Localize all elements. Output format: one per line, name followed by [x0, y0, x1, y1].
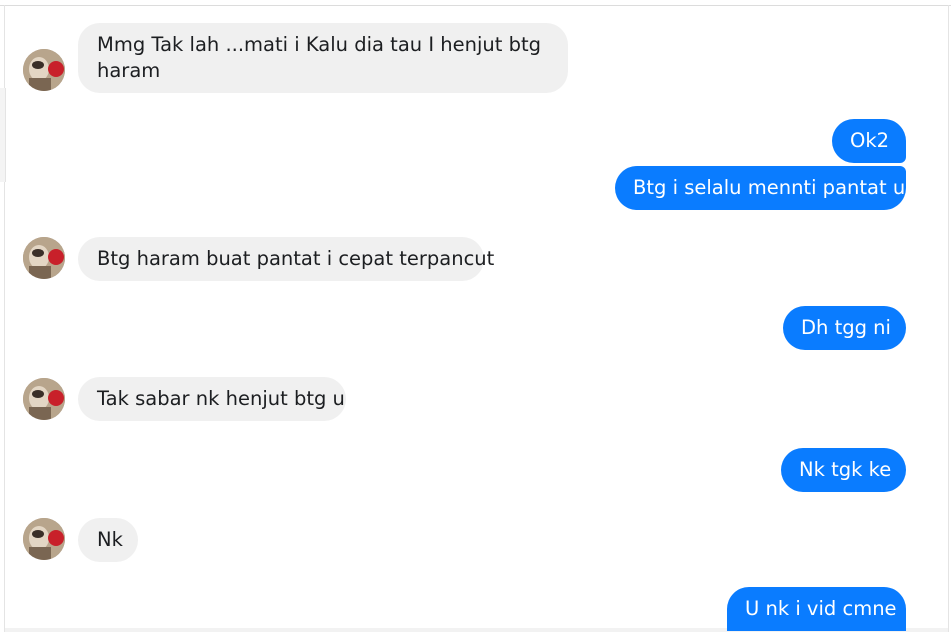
message-text-line: haram	[97, 59, 161, 82]
window-side-panel-edge	[0, 88, 6, 182]
user-avatar-icon	[23, 378, 65, 420]
message-bubble-outgoing[interactable]: Ok2	[832, 119, 906, 163]
message-bubble-outgoing[interactable]: Nk tgk ke	[781, 448, 906, 492]
contact-avatar[interactable]	[23, 518, 65, 560]
window-border-top	[0, 5, 951, 6]
message-bubble-outgoing[interactable]: U nk i vid cmne	[727, 587, 906, 631]
message-bubble-incoming[interactable]: Tak sabar nk henjut btg u	[78, 377, 346, 421]
message-bubble-incoming[interactable]: Btg haram buat pantat i cepat terpancut	[78, 237, 494, 281]
contact-avatar[interactable]	[23, 49, 65, 91]
message-bubble-incoming[interactable]: Nk	[78, 518, 138, 562]
message-bubble-incoming[interactable]: Mmg Tak lah ...mati i Kalu dia tau I hen…	[78, 23, 568, 93]
window-border-right	[948, 5, 949, 632]
contact-avatar[interactable]	[23, 378, 65, 420]
user-avatar-icon	[23, 518, 65, 560]
chat-window: Mmg Tak lah ...mati i Kalu dia tau I hen…	[0, 0, 951, 632]
user-avatar-icon	[23, 49, 65, 91]
contact-avatar[interactable]	[23, 237, 65, 279]
message-text: Btg i selalu mennti pantat u	[633, 176, 906, 199]
message-text: Tak sabar nk henjut btg u	[97, 387, 345, 410]
message-text: Nk	[97, 528, 123, 551]
message-bubble-outgoing[interactable]: Btg i selalu mennti pantat u	[615, 166, 906, 210]
user-avatar-icon	[23, 237, 65, 279]
message-bubble-outgoing[interactable]: Dh tgg ni	[783, 306, 906, 350]
message-text: U nk i vid cmne	[745, 597, 897, 620]
message-text: Ok2	[850, 129, 890, 152]
message-text-line: Mmg Tak lah ...mati i Kalu dia tau I hen…	[97, 33, 542, 56]
message-text: Nk tgk ke	[799, 458, 892, 481]
message-text: Dh tgg ni	[801, 316, 891, 339]
message-text: Btg haram buat pantat i cepat terpancut	[97, 247, 495, 270]
